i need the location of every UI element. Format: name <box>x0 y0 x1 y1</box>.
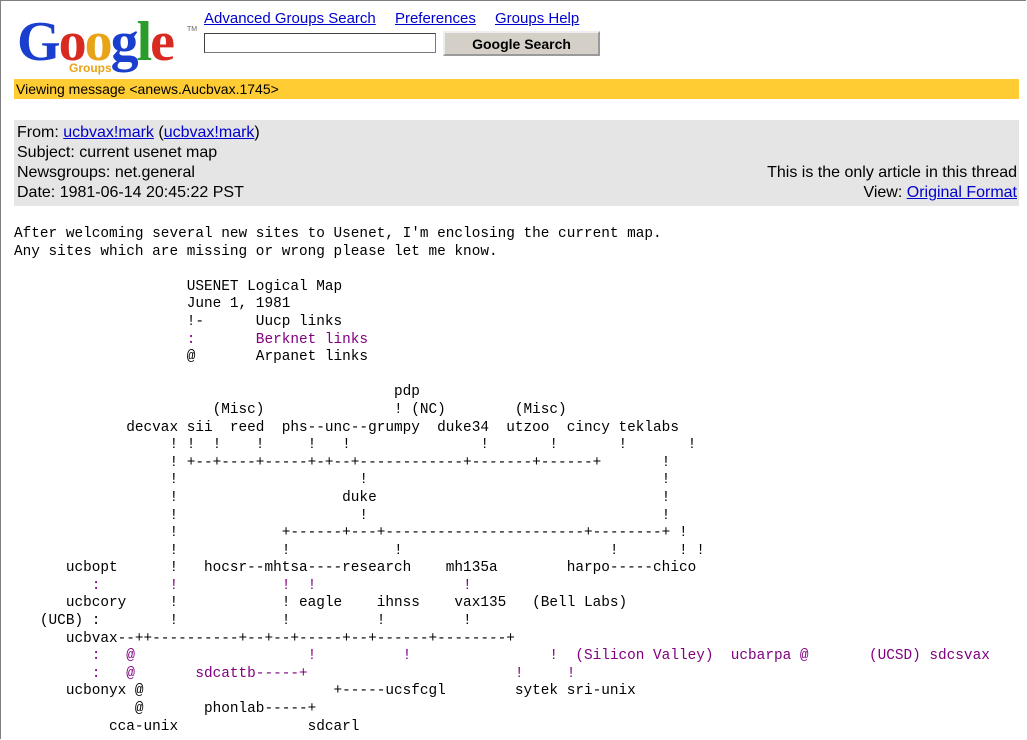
trademark-mark: TM <box>187 26 198 33</box>
body-line: ucbvax--++----------+--+--+-----+--+----… <box>14 631 515 647</box>
newsgroups-value: net.general <box>114 164 195 181</box>
thread-note: This is the only article in this thread <box>767 164 1017 181</box>
body-line: ! +------+---+-----------------------+--… <box>14 525 688 542</box>
body-line: @ Arpanet links <box>14 349 368 365</box>
body-line: ! duke ! <box>14 490 670 506</box>
body-line: ucbopt ! hocsr--mhtsa----research mh135a… <box>14 560 696 576</box>
thread-info: This is the only article in this thread … <box>767 163 1017 203</box>
body-text-segment: USENET Logical Map <box>14 278 343 295</box>
body-line: : @ sdcattb-----+ ! ! <box>14 665 576 682</box>
view-line: View: Original Format <box>863 184 1017 201</box>
body-line: decvax sii reed phs--unc--grumpy duke34 … <box>14 420 679 436</box>
body-text-segment: ucbonyx @ +-----ucsfcgl sytek sri-unix <box>14 683 636 700</box>
body-text-segment: : @ ! ! ! (Silicon Valley) ucbarpa @ (UC… <box>14 648 990 665</box>
body-line: After welcoming several new sites to Use… <box>14 226 662 242</box>
body-text-segment: @ Arpanet links <box>14 349 369 366</box>
google-search-button[interactable]: Google Search <box>443 31 600 56</box>
google-groups-logo[interactable]: Google TM Groups <box>17 12 197 76</box>
body-text-segment: Any sites which are missing or wrong ple… <box>14 243 498 260</box>
body-text-segment: ! ! ! ! ! ! ! ! ! ! <box>14 437 697 454</box>
body-text-segment: : @ sdcattb-----+ ! ! <box>14 665 576 682</box>
groups-help-link[interactable]: Groups Help <box>495 10 579 27</box>
body-line: @ phonlab-----+ <box>14 701 316 717</box>
body-text-segment: ucbcory ! ! eagle ihnss vax135 (Bell Lab… <box>14 595 628 612</box>
body-text-segment: ! ! ! <box>14 507 671 524</box>
body-line: : ! ! ! ! <box>14 578 472 594</box>
body-line: pdp <box>14 384 420 400</box>
body-text-segment: decvax sii reed phs--unc--grumpy duke34 … <box>14 419 679 436</box>
body-line: (UCB) : ! ! ! ! <box>14 613 472 629</box>
body-text-segment: ! duke ! <box>14 489 671 506</box>
advanced-groups-search-link[interactable]: Advanced Groups Search <box>204 10 376 27</box>
body-text-segment: After welcoming several new sites to Use… <box>14 226 662 242</box>
date-value: 1981-06-14 20:45:22 PST <box>59 184 244 201</box>
body-text-segment: ! ! ! <box>14 472 671 489</box>
body-line: : @ ! ! ! (Silicon Valley) ucbarpa @ (UC… <box>14 648 990 664</box>
body-text-segment: ucbopt ! hocsr--mhtsa----research mh135a… <box>14 560 697 577</box>
body-line: cca-unix sdcarl <box>14 719 359 735</box>
viewing-message-bar: Viewing message <anews.Aucbvax.1745> <box>14 79 1019 99</box>
body-line: USENET Logical Map <box>14 279 342 295</box>
from-line: From: ucbvax!mark (ucbvax!mark) <box>17 124 260 141</box>
message-header: From: ucbvax!mark (ucbvax!mark) Subject:… <box>14 120 1019 206</box>
body-line: ucbonyx @ +-----ucsfcgl sytek sri-unix <box>14 683 636 699</box>
body-text-segment: June 1, 1981 <box>14 296 291 313</box>
top-nav: Advanced Groups Search Preferences Group… <box>204 10 594 27</box>
body-line: June 1, 1981 <box>14 296 291 313</box>
body-text-segment: @ phonlab-----+ <box>14 701 317 718</box>
body-text-segment: (Misc) ! (NC) (Misc) <box>14 401 567 418</box>
from-name-link[interactable]: ucbvax!mark <box>63 124 154 141</box>
body-line: ! ! ! <box>14 508 670 524</box>
body-line: ! ! ! ! ! ! <box>14 542 705 559</box>
body-line: !- Uucp links <box>14 314 342 330</box>
body-text-segment: ! +--+----+-----+-+--+------------+-----… <box>14 454 671 471</box>
body-line: (Misc) ! (NC) (Misc) <box>14 402 567 418</box>
body-line: ! ! ! <box>14 472 670 488</box>
body-text-segment: ! ! ! ! ! ! <box>14 542 705 559</box>
body-text-segment: ! +------+---+-----------------------+--… <box>14 525 688 542</box>
body-line: ! +--+----+-----+-+--+------------+-----… <box>14 455 670 471</box>
subject-value: current usenet map <box>79 144 218 161</box>
body-text-segment: (UCB) : ! ! ! ! <box>14 613 472 630</box>
preferences-link[interactable]: Preferences <box>395 10 476 27</box>
body-text-segment: ucbvax--++----------+--+--+-----+--+----… <box>14 630 515 647</box>
body-line: ! ! ! ! ! ! ! ! ! ! <box>14 437 696 453</box>
subject-line: Subject: current usenet map <box>17 144 218 161</box>
search-input[interactable] <box>204 33 436 53</box>
body-line: ucbcory ! ! eagle ihnss vax135 (Bell Lab… <box>14 595 627 611</box>
body-text-segment: : ! ! ! ! <box>14 577 472 594</box>
body-line: : Berknet links <box>14 332 368 348</box>
from-address-link[interactable]: ucbvax!mark <box>164 124 255 141</box>
logo-groups-label: Groups <box>69 61 112 75</box>
message-body: After welcoming several new sites to Use… <box>14 226 990 736</box>
body-text-segment: !- Uucp links <box>14 313 343 330</box>
body-text-segment: pdp <box>14 384 420 401</box>
body-text-segment: cca-unix sdcarl <box>14 718 360 735</box>
body-line: Any sites which are missing or wrong ple… <box>14 244 498 260</box>
body-text-segment: : Berknet links <box>14 331 369 348</box>
original-format-link[interactable]: Original Format <box>907 184 1017 201</box>
